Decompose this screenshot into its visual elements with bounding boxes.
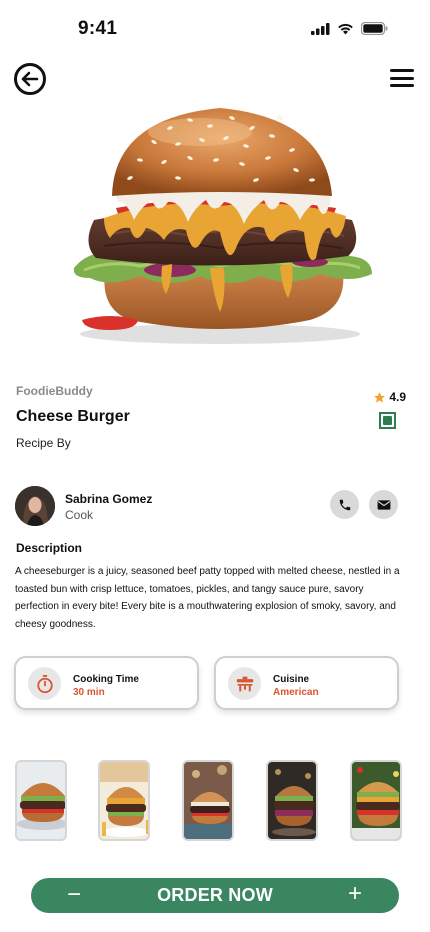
mail-button[interactable]: [369, 490, 398, 519]
hamburger-menu-icon[interactable]: [390, 69, 414, 87]
recipe-by-label: Recipe By: [16, 436, 71, 450]
stopwatch-icon: [36, 674, 53, 693]
thumb-image: [352, 762, 400, 839]
wifi-icon: [338, 23, 353, 34]
order-bar: − ORDER NOW +: [31, 878, 399, 913]
burger-thumb-3[interactable]: [182, 760, 234, 841]
top-nav: [0, 60, 430, 100]
phone-icon: [339, 499, 350, 510]
cuisine-icon-wrap: [228, 667, 261, 700]
thumb-image: [184, 762, 232, 839]
recipe-title: Cheese Burger: [16, 408, 130, 425]
menu-line: [390, 84, 414, 87]
cuisine-value: American: [273, 687, 319, 698]
thumbnail-gallery: [0, 760, 430, 842]
thumb-image: [100, 762, 148, 839]
rating-value: 4.9: [389, 390, 406, 404]
burger-thumb-4[interactable]: [266, 760, 318, 841]
author-row: Sabrina Gomez Cook: [15, 486, 399, 526]
cuisine-label: Cuisine: [273, 674, 310, 685]
veg-badge-icon: [379, 412, 396, 429]
burger-thumb-1[interactable]: [15, 760, 67, 841]
serving-dish-icon: [236, 676, 253, 691]
status-icons: [311, 22, 388, 35]
menu-line: [390, 76, 414, 80]
avatar-photo: [15, 486, 55, 526]
order-now-button[interactable]: ORDER NOW: [31, 885, 399, 906]
cellular-signal-icon: [311, 22, 330, 35]
cooking-time-value: 30 min: [73, 687, 105, 698]
thumb-image: [17, 762, 65, 839]
cuisine-card: Cuisine American: [214, 656, 399, 710]
cooking-time-icon-wrap: [28, 667, 61, 700]
battery-icon: [361, 22, 388, 35]
menu-line: [390, 69, 414, 72]
author-role: Cook: [65, 508, 94, 522]
rating: 4.9: [373, 390, 406, 404]
description-heading: Description: [16, 541, 83, 555]
burger-thumb-5[interactable]: [350, 760, 402, 841]
status-time: 9:41: [78, 18, 118, 39]
call-button[interactable]: [330, 490, 359, 519]
thumb-image: [268, 762, 316, 839]
author-name: Sabrina Gomez: [65, 492, 153, 506]
burger-thumb-2[interactable]: [98, 760, 150, 841]
back-button[interactable]: [14, 63, 46, 95]
description-text: A cheeseburger is a juicy, seasoned beef…: [15, 566, 400, 630]
arrow-left-icon: [21, 71, 39, 87]
brand-name: FoodieBuddy: [16, 384, 93, 398]
star-icon: [374, 391, 386, 403]
cooking-time-card: Cooking Time 30 min: [14, 656, 199, 710]
increase-quantity-button[interactable]: +: [348, 879, 362, 909]
cooking-time-label: Cooking Time: [73, 674, 139, 685]
mail-icon: [377, 499, 390, 510]
cheeseburger-image: [73, 108, 373, 344]
avatar: [15, 486, 55, 526]
status-bar: 9:41: [0, 0, 430, 54]
